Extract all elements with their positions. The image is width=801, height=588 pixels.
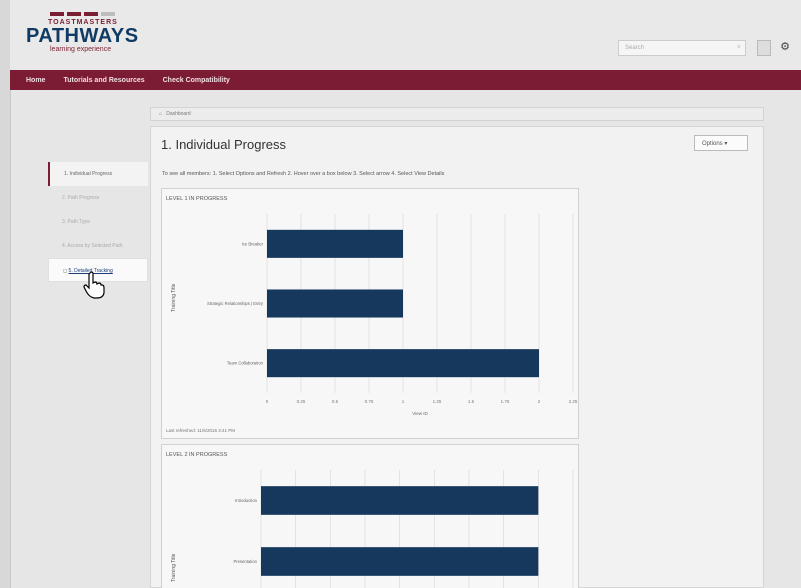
- bar: [267, 289, 403, 318]
- sidenav-label: 4. Access by Selected Path: [62, 243, 123, 249]
- x-tick-label: 1.5: [468, 399, 475, 404]
- nav-tutorials-and-resources[interactable]: Tutorials and Resources: [63, 77, 144, 84]
- options-label: Options: [702, 141, 723, 147]
- bar: [267, 229, 403, 258]
- sidenav-item-path-type[interactable]: 3. Path Type: [48, 210, 148, 234]
- x-tick-label: 1: [402, 399, 405, 404]
- x-tick-label: 0.75: [365, 399, 374, 404]
- level-2-chart: Introduction Presentation: [233, 470, 574, 588]
- breadcrumb-dashboard[interactable]: Dashboard: [166, 111, 190, 117]
- sidenav-item-individual-progress[interactable]: 1. Individual Progress: [48, 162, 148, 186]
- bar: [267, 349, 539, 378]
- sidenav-label: 2. Path Progress: [62, 195, 100, 201]
- logo-main-text: PATHWAYS: [26, 25, 139, 47]
- search-input[interactable]: Search ×: [618, 40, 746, 56]
- x-tick-label: 1.75: [501, 399, 510, 404]
- bar: [261, 547, 539, 576]
- gear-icon[interactable]: ⚙: [778, 40, 792, 56]
- home-icon[interactable]: ⌂: [159, 111, 162, 117]
- pathways-logo[interactable]: TOASTMASTERS PATHWAYS learning experienc…: [26, 12, 156, 64]
- x-tick-label: 0.25: [297, 399, 306, 404]
- instructions-text: To see all members: 1. Select Options an…: [162, 171, 445, 177]
- nav-home[interactable]: Home: [26, 77, 45, 84]
- sidenav-label: 1. Individual Progress: [64, 171, 113, 177]
- sidenav-item-access-by-selected-path[interactable]: 4. Access by Selected Path: [48, 234, 148, 258]
- nav-check-compatibility[interactable]: Check Compatibility: [163, 77, 230, 84]
- user-avatar[interactable]: [757, 40, 771, 56]
- x-axis-title: View ID: [412, 411, 428, 416]
- category-label: Team Collaboration: [227, 361, 264, 366]
- page-title: 1. Individual Progress: [161, 137, 287, 152]
- hand-cursor-icon: [83, 271, 105, 299]
- report-sidenav: 1. Individual Progress 2. Path Progress …: [48, 162, 148, 282]
- sidenav-item-path-progress[interactable]: 2. Path Progress: [48, 186, 148, 210]
- x-tick-label: 1.25: [433, 399, 442, 404]
- category-label: Introduction: [235, 498, 258, 503]
- category-label: Presentation: [233, 559, 257, 564]
- options-button[interactable]: Options ▾: [694, 135, 748, 151]
- top-nav-bar: Home Tutorials and Resources Check Compa…: [10, 70, 801, 90]
- chevron-down-icon: ▾: [724, 141, 728, 147]
- x-tick-label: 0.5: [332, 399, 339, 404]
- search-placeholder: Search: [625, 45, 645, 51]
- search-clear-icon[interactable]: ×: [737, 44, 741, 51]
- logo-sub-text: learning experience: [50, 46, 112, 53]
- category-label: Strategic Relationships | Entry: [207, 301, 264, 306]
- logo-bars: [50, 12, 156, 16]
- breadcrumb: ⌂ Dashboard: [150, 107, 764, 121]
- x-tick-label: 2: [538, 399, 541, 404]
- x-tick-label: 0: [266, 399, 269, 404]
- bar: [261, 486, 539, 515]
- sidenav-label: 3. Path Type: [62, 219, 90, 225]
- level-1-chart: 0 0.25 0.5 0.75 1 1.25 1.5 1.75 2 2.25 Ice Breaker…: [207, 214, 578, 416]
- x-tick-label: 2.25: [569, 399, 578, 404]
- category-label: Ice Breaker: [242, 241, 264, 246]
